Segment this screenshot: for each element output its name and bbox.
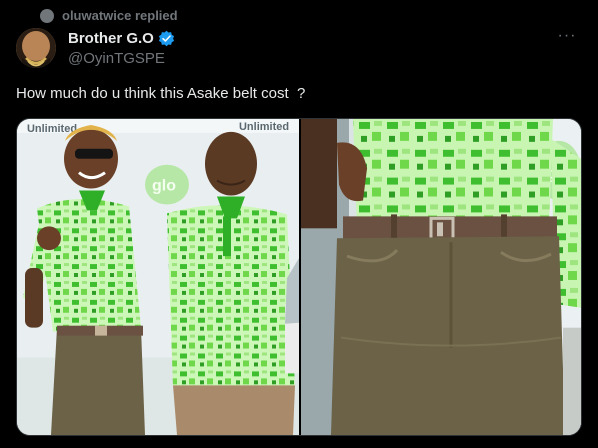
photo-1-image: Unlimited Unlimited glo	[17, 119, 299, 435]
media-grid: Unlimited Unlimited glo	[16, 118, 582, 436]
tweet-header: Brother G.O @OyinTGSPE ···	[16, 28, 582, 72]
media-photo-2[interactable]: glo	[301, 119, 581, 435]
photo-2-image: glo	[301, 119, 581, 435]
signage-unlimited-right: Unlimited	[239, 121, 289, 133]
reply-context-avatar-icon	[40, 8, 54, 23]
signage-unlimited-left: Unlimited	[27, 123, 77, 135]
author-display-name[interactable]: Brother G.O	[68, 30, 154, 47]
reply-context-text[interactable]: oluwatwice replied	[62, 8, 178, 23]
author-handle[interactable]: @OyinTGSPE	[68, 50, 175, 67]
more-options-button[interactable]: ···	[552, 28, 582, 52]
avatar[interactable]	[16, 28, 56, 68]
author-names: Brother G.O @OyinTGSPE	[68, 30, 175, 67]
verified-badge-icon	[158, 30, 174, 47]
media-photo-1[interactable]: Unlimited Unlimited glo	[17, 119, 299, 435]
tweet-text: How much do u think this Asake belt cost…	[16, 85, 306, 102]
reply-context: oluwatwice replied	[40, 8, 178, 23]
signage-glo-left: glo	[152, 178, 176, 195]
